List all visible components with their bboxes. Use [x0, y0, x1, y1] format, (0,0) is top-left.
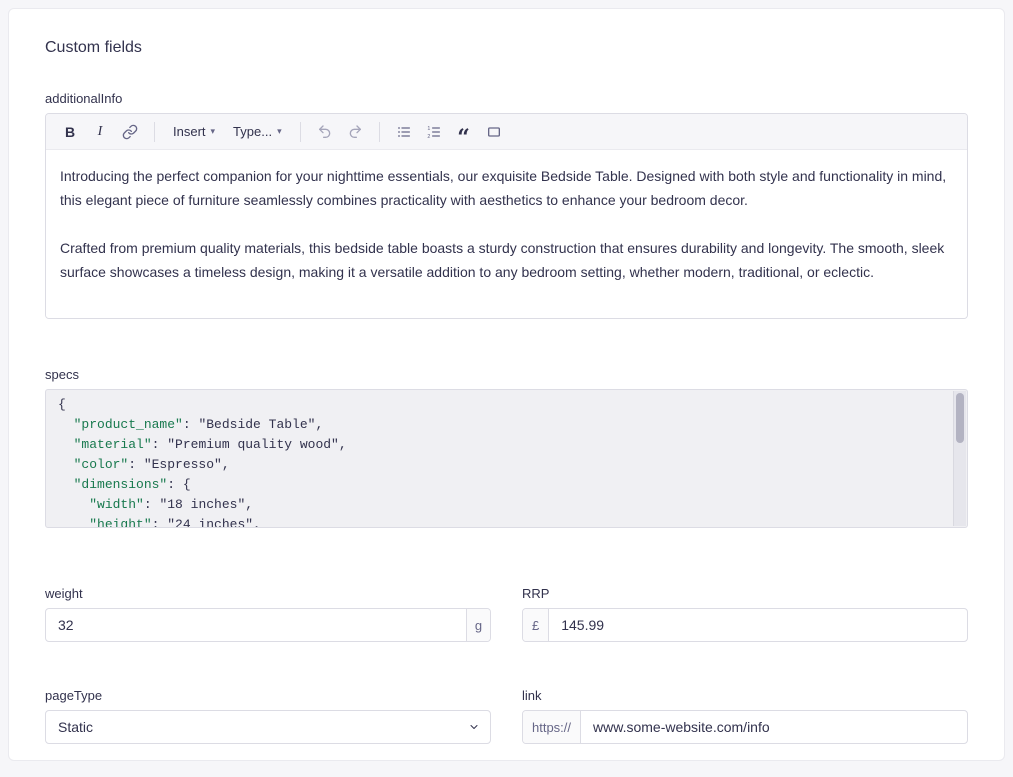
- code-line: "height": "24 inches",: [58, 515, 941, 528]
- code-line: "material": "Premium quality wood",: [58, 435, 941, 455]
- code-line: "dimensions": {: [58, 475, 941, 495]
- redo-button[interactable]: [341, 119, 369, 145]
- chevron-down-icon: ▾: [277, 126, 282, 137]
- insert-dropdown-label: Insert: [173, 124, 206, 139]
- code-line: "width": "18 inches",: [58, 495, 941, 515]
- code-line: "color": "Espresso",: [58, 455, 941, 475]
- rte-content[interactable]: Introducing the perfect companion for yo…: [46, 150, 967, 318]
- image-block-icon: [486, 124, 502, 140]
- italic-button[interactable]: I: [86, 119, 114, 145]
- image-block-button[interactable]: [480, 119, 508, 145]
- field-specs: specs { "product_name": "Bedside Table",…: [45, 367, 968, 528]
- additionalInfo-label: additionalInfo: [45, 91, 968, 106]
- type-dropdown[interactable]: Type... ▾: [225, 119, 290, 145]
- fields-grid: weight g RRP £ pageType Static: [45, 586, 968, 744]
- chevron-down-icon: ▾: [211, 126, 216, 137]
- specs-code-editor[interactable]: { "product_name": "Bedside Table", "mate…: [45, 389, 968, 528]
- svg-text:2: 2: [427, 134, 430, 140]
- link-input-wrap: https://: [522, 710, 968, 744]
- undo-icon: [317, 124, 333, 140]
- weight-unit-suffix: g: [466, 609, 490, 641]
- bold-button[interactable]: B: [56, 119, 84, 145]
- editor-paragraph: Introducing the perfect companion for yo…: [60, 164, 953, 212]
- rrp-label: RRP: [522, 586, 968, 601]
- field-link: link https://: [522, 688, 968, 744]
- redo-icon: [347, 124, 363, 140]
- pageType-select[interactable]: Static: [45, 710, 491, 744]
- field-weight: weight g: [45, 586, 491, 642]
- rich-text-editor: B I Insert ▾ Type... ▾: [45, 113, 968, 319]
- link-icon: [122, 124, 138, 140]
- link-label: link: [522, 688, 968, 703]
- rte-toolbar: B I Insert ▾ Type... ▾: [46, 114, 967, 150]
- blockquote-button[interactable]: “: [450, 119, 478, 145]
- pageType-select-wrap: Static: [45, 710, 491, 744]
- weight-input[interactable]: [46, 609, 466, 641]
- code-line: {: [58, 395, 941, 415]
- type-dropdown-label: Type...: [233, 124, 272, 139]
- panel-title: Custom fields: [45, 39, 968, 57]
- undo-button[interactable]: [311, 119, 339, 145]
- specs-scrollbar-thumb[interactable]: [956, 393, 964, 443]
- editor-paragraph: Crafted from premium quality materials, …: [60, 236, 953, 284]
- toolbar-divider: [379, 122, 380, 142]
- currency-prefix: £: [523, 609, 549, 641]
- insert-dropdown[interactable]: Insert ▾: [165, 119, 223, 145]
- numbered-list-button[interactable]: 12: [420, 119, 448, 145]
- weight-label: weight: [45, 586, 491, 601]
- weight-input-wrap: g: [45, 608, 491, 642]
- specs-label: specs: [45, 367, 968, 382]
- specs-code-lines: { "product_name": "Bedside Table", "mate…: [46, 390, 967, 528]
- field-pageType: pageType Static: [45, 688, 491, 744]
- field-rrp: RRP £: [522, 586, 968, 642]
- toolbar-divider: [154, 122, 155, 142]
- rrp-input-wrap: £: [522, 608, 968, 642]
- numbered-list-icon: 12: [426, 124, 442, 140]
- rrp-input[interactable]: [549, 609, 967, 641]
- svg-text:1: 1: [427, 126, 430, 132]
- toolbar-divider: [300, 122, 301, 142]
- link-input[interactable]: [581, 711, 967, 743]
- bullet-list-icon: [396, 124, 412, 140]
- bullet-list-button[interactable]: [390, 119, 418, 145]
- protocol-prefix: https://: [523, 711, 581, 743]
- specs-scrollbar[interactable]: [953, 391, 966, 526]
- code-line: "product_name": "Bedside Table",: [58, 415, 941, 435]
- pageType-label: pageType: [45, 688, 491, 703]
- link-button[interactable]: [116, 119, 144, 145]
- custom-fields-panel: Custom fields additionalInfo B I Insert …: [8, 8, 1005, 761]
